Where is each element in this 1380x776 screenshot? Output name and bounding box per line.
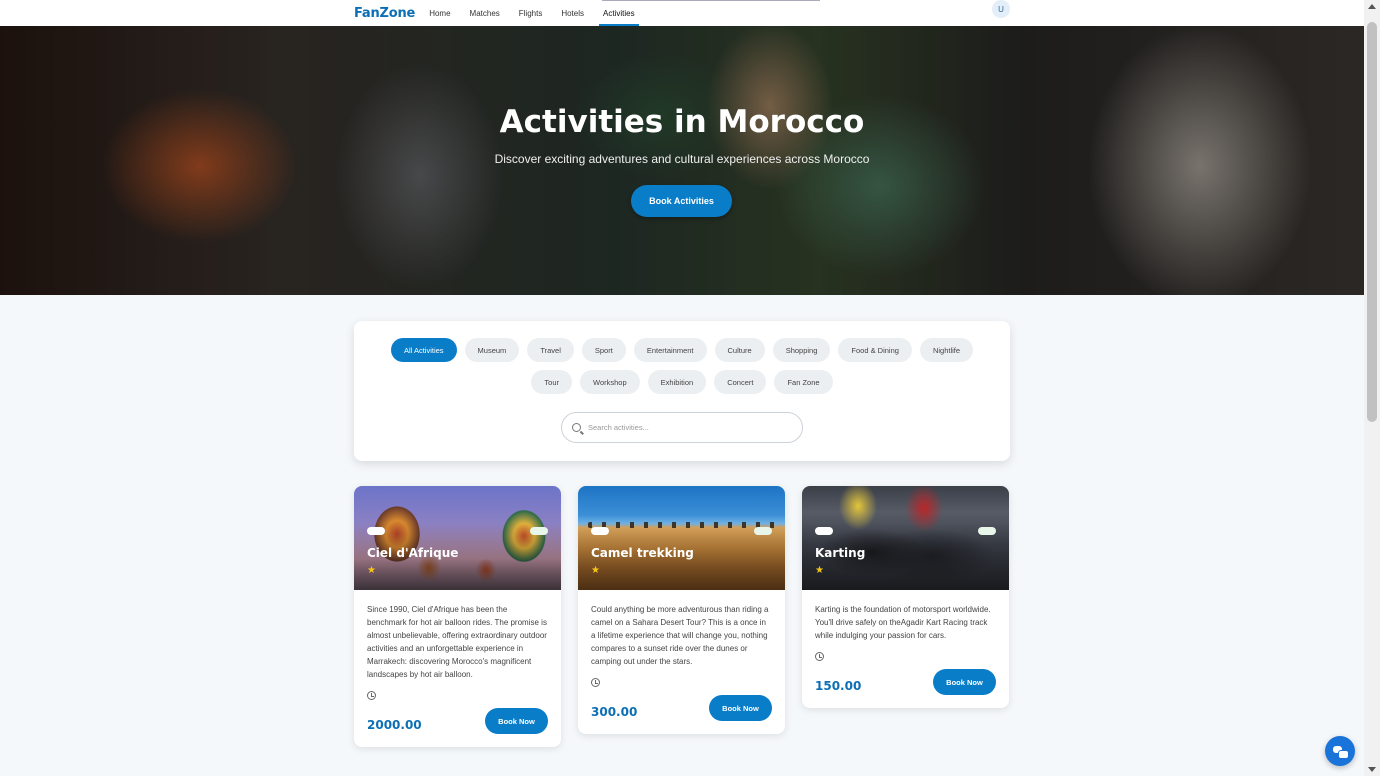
chip-shopping[interactable]: Shopping [772, 338, 831, 362]
activity-title: Karting [815, 546, 866, 560]
chip-museum[interactable]: Museum [464, 338, 520, 362]
chip-sport[interactable]: Sport [581, 338, 626, 362]
chip-food-dining[interactable]: Food & Dining [838, 338, 912, 362]
badge-pill [815, 527, 833, 535]
activity-card: Camel trekking ★ Could anything be more … [578, 486, 785, 734]
nav-link-activities[interactable]: Activities [599, 0, 639, 26]
clock-icon [815, 652, 824, 661]
activity-description: Could anything be more adventurous than … [591, 605, 769, 666]
activity-description: Since 1990, Ciel d'Afrique has been the … [367, 605, 547, 679]
activity-card: Ciel d'Afrique ★ Since 1990, Ciel d'Afri… [354, 486, 561, 747]
star-icon: ★ [591, 565, 600, 576]
activity-title: Camel trekking [591, 546, 694, 560]
book-activities-button[interactable]: Book Activities [631, 185, 732, 217]
nav-link-home[interactable]: Home [429, 0, 450, 26]
activity-card: Karting ★ Karting is the foundation of m… [802, 486, 1009, 708]
activity-image-karting: Karting ★ [802, 486, 1009, 590]
badge-pill [978, 527, 996, 535]
nav-link-hotels[interactable]: Hotels [561, 0, 584, 26]
card-footer: 150.00 Book Now [815, 669, 996, 695]
chip-workshop[interactable]: Workshop [580, 370, 640, 394]
activity-price: 150.00 [815, 679, 862, 693]
badge-pill [367, 527, 385, 535]
scroll-down-arrow-icon[interactable] [1368, 767, 1376, 772]
chip-all-activities[interactable]: All Activities [390, 338, 457, 362]
card-body: Could anything be more adventurous than … [578, 590, 785, 734]
top-navbar: FanZone Home Matches Flights Hotels Acti… [0, 0, 1364, 26]
activity-image-camels: Camel trekking ★ [578, 486, 785, 590]
book-now-button[interactable]: Book Now [485, 708, 548, 734]
card-footer: 2000.00 Book Now [367, 708, 548, 734]
chat-bubbles-icon [1333, 745, 1349, 759]
filter-panel: All Activities Museum Travel Sport Enter… [354, 321, 1010, 461]
hero-subtitle: Discover exciting adventures and cultura… [494, 152, 870, 166]
clock-icon [591, 678, 600, 687]
image-overlay [578, 486, 785, 590]
activity-image-balloons: Ciel d'Afrique ★ [354, 486, 561, 590]
card-spacer [591, 721, 772, 734]
activity-price: 2000.00 [367, 718, 422, 732]
scrollbar-thumb[interactable] [1367, 22, 1377, 422]
chip-culture[interactable]: Culture [714, 338, 765, 362]
star-icon: ★ [815, 565, 824, 576]
nav-link-flights[interactable]: Flights [519, 0, 543, 26]
chat-button[interactable] [1325, 736, 1355, 766]
chip-exhibition[interactable]: Exhibition [647, 370, 707, 394]
clock-icon [367, 691, 376, 700]
hero-content: Activities in Morocco Discover exciting … [0, 26, 1364, 295]
chip-nightlife[interactable]: Nightlife [919, 338, 974, 362]
badge-pill [530, 527, 548, 535]
badge-pill [591, 527, 609, 535]
book-now-button[interactable]: Book Now [709, 695, 772, 721]
page-scrollbar[interactable] [1364, 0, 1380, 776]
chip-fan-zone[interactable]: Fan Zone [774, 370, 833, 394]
hero-banner: Activities in Morocco Discover exciting … [0, 26, 1364, 295]
search-input[interactable] [588, 423, 788, 432]
chip-concert[interactable]: Concert [714, 370, 767, 394]
activity-price: 300.00 [591, 705, 638, 719]
user-avatar[interactable]: U [992, 0, 1010, 18]
chip-tour[interactable]: Tour [531, 370, 573, 394]
activity-title: Ciel d'Afrique [367, 546, 459, 560]
chip-entertainment[interactable]: Entertainment [633, 338, 707, 362]
hero-title: Activities in Morocco [499, 104, 865, 140]
card-body: Karting is the foundation of motorsport … [802, 590, 1009, 708]
card-spacer [815, 695, 996, 708]
search-icon [572, 423, 581, 432]
badge-pill [754, 527, 772, 535]
star-icon: ★ [367, 565, 376, 576]
scroll-up-arrow-icon[interactable] [1368, 4, 1376, 9]
brand-logo[interactable]: FanZone [354, 6, 415, 21]
search-box[interactable] [561, 412, 803, 443]
card-body: Since 1990, Ciel d'Afrique has been the … [354, 590, 561, 747]
activity-description: Karting is the foundation of motorsport … [815, 605, 991, 640]
category-chips: All Activities Museum Travel Sport Enter… [354, 338, 1010, 394]
nav-link-matches[interactable]: Matches [470, 0, 500, 26]
chip-travel[interactable]: Travel [527, 338, 574, 362]
image-overlay [354, 486, 561, 590]
card-footer: 300.00 Book Now [591, 695, 772, 721]
nav-container: FanZone Home Matches Flights Hotels Acti… [354, 0, 1010, 26]
book-now-button[interactable]: Book Now [933, 669, 996, 695]
image-overlay [802, 486, 1009, 590]
card-spacer [367, 734, 548, 747]
